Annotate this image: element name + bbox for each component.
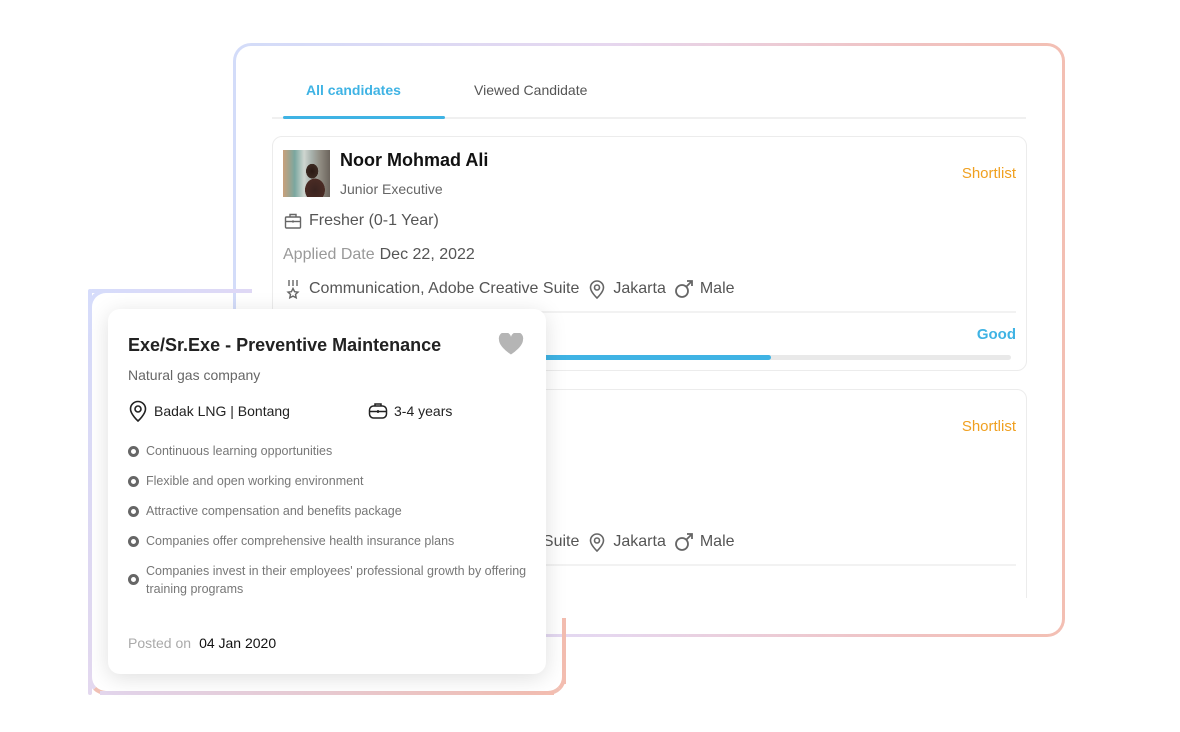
male-icon	[674, 532, 694, 552]
gender-text: Male	[699, 533, 735, 550]
tab-bar: All candidates Viewed Candidate	[272, 46, 1026, 119]
applied-date-label: Applied Date	[283, 246, 375, 263]
bullet-icon	[128, 574, 139, 585]
medal-icon	[283, 279, 303, 299]
bullet-icon	[128, 536, 139, 547]
perk-item: Flexible and open working environment	[128, 472, 528, 490]
perk-item: Attractive compensation and benefits pac…	[128, 502, 528, 520]
decorative-frame-small-bottom-line	[100, 691, 554, 695]
decorative-frame-small-top	[88, 289, 252, 293]
posted-date: 04 Jan 2020	[199, 635, 277, 651]
applied-date-row: Applied Date Dec 22, 2022	[283, 246, 475, 264]
candidate-role: Junior Executive	[340, 181, 443, 197]
perk-item: Continuous learning opportunities	[128, 442, 528, 460]
posted-label: Posted on	[128, 635, 192, 651]
shortlist-button[interactable]: Shortlist	[962, 165, 1016, 182]
location-text: Jakarta	[613, 533, 666, 550]
job-card[interactable]: Exe/Sr.Exe - Preventive Maintenance Natu…	[108, 309, 546, 674]
tab-viewed-candidate[interactable]: Viewed Candidate	[474, 82, 587, 98]
male-icon	[674, 279, 694, 299]
candidate-name: Noor Mohmad Ali	[340, 150, 489, 170]
applied-date-value: Dec 22, 2022	[379, 246, 475, 263]
experience-row: Fresher (0-1 Year)	[283, 211, 439, 231]
location-text: Jakarta	[613, 280, 666, 297]
location-pin-icon	[587, 279, 607, 299]
bullet-icon	[128, 446, 139, 457]
job-experience: 3-4 years	[368, 400, 452, 422]
briefcase-icon	[283, 211, 303, 231]
meta-row: Communication, Adobe Creative Suite Jaka…	[283, 279, 735, 299]
gender-text: Male	[699, 280, 735, 297]
job-location: Badak LNG | Bontang	[154, 403, 290, 419]
posted-date-row: Posted on 04 Jan 2020	[128, 635, 276, 651]
rating-label: Good	[976, 326, 1016, 343]
job-experience-text: 3-4 years	[394, 403, 453, 419]
bullet-icon	[128, 476, 139, 487]
perk-item: Companies offer comprehensive health ins…	[128, 532, 528, 550]
bullet-icon	[128, 506, 139, 517]
location-pin-icon	[128, 400, 148, 422]
decorative-frame-small-left	[88, 289, 92, 695]
briefcase-icon	[368, 400, 388, 422]
experience-text: Fresher (0-1 Year)	[309, 212, 439, 229]
decorative-frame-small-right	[562, 618, 566, 684]
job-title: Exe/Sr.Exe - Preventive Maintenance	[128, 335, 442, 355]
perks-list: Continuous learning opportunities Flexib…	[128, 442, 528, 610]
perk-item: Companies invest in their employees' pro…	[128, 562, 528, 598]
active-tab-indicator	[283, 116, 445, 119]
tab-all-candidates[interactable]: All candidates	[306, 82, 401, 98]
favorite-heart-icon[interactable]	[498, 332, 524, 355]
shortlist-button[interactable]: Shortlist	[962, 418, 1016, 435]
location-pin-icon	[587, 532, 607, 552]
skills-text: Communication, Adobe Creative Suite	[309, 280, 580, 297]
company-name: Natural gas company	[128, 367, 261, 383]
job-meta-row: Badak LNG | Bontang 3-4 years	[128, 400, 452, 422]
avatar	[283, 150, 330, 197]
